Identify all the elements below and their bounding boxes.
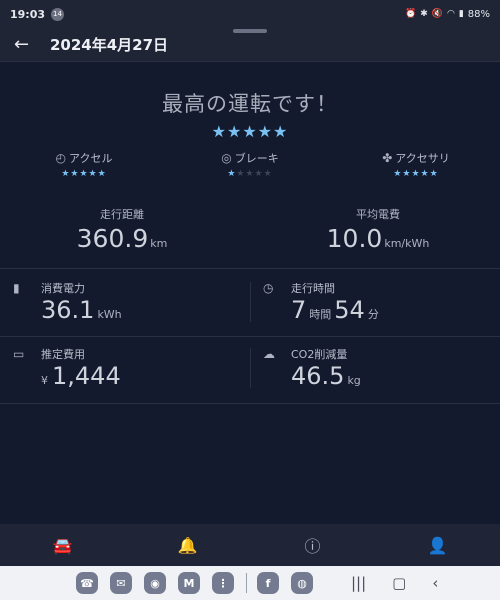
rating-accessory: ✤ アクセサリ ★★★★★ [356, 150, 476, 179]
help-icon[interactable]: ⓘ [283, 533, 343, 557]
divider [250, 282, 251, 322]
phone-app-icon[interactable]: ☎ [76, 572, 98, 594]
status-bar: 19:03 14 ⏰ ✱ 🔇 ◠ ▮ 88% [0, 0, 500, 28]
divider [0, 268, 500, 269]
divider [0, 336, 500, 337]
system-navigation-bar: ☎ ✉ ◉ M ⋮ f ◍ ||| ▢ ‹ [0, 566, 500, 600]
distance-value: 360.9 [76, 224, 149, 253]
clock-icon: ◷ [263, 281, 274, 295]
alarm-icon: ⏰ [404, 9, 417, 19]
bell-icon[interactable]: 🔔 [158, 536, 218, 555]
maps-app-icon[interactable]: ◍ [291, 572, 313, 594]
back-button[interactable]: ‹ [432, 574, 438, 592]
facebook-app-icon[interactable]: f [257, 572, 279, 594]
overall-rating-stars: ★★★★★ [211, 122, 289, 141]
arrow-left-icon[interactable]: ← [14, 34, 40, 55]
signal-icon: ▮ [458, 9, 464, 19]
distance-stat: 走行距離 360.9 km [22, 206, 222, 253]
efficiency-label: 平均電費 [356, 208, 400, 221]
co2-unit: kg [347, 374, 361, 387]
sheet-handle[interactable] [233, 29, 267, 33]
chrome-app-icon[interactable]: ◉ [144, 572, 166, 594]
distance-label: 走行距離 [100, 208, 144, 221]
energy-value: 36.1 [41, 296, 95, 324]
rating-stars: ★★★★★ [61, 169, 107, 179]
gmail-app-icon[interactable]: M [178, 572, 200, 594]
card-icon: ▭ [13, 347, 25, 361]
efficiency-unit: km/kWh [384, 237, 430, 250]
rating-stars: ★★★★★ [393, 169, 439, 179]
person-icon[interactable]: 👤 [408, 536, 468, 555]
divider [250, 348, 251, 388]
recents-button[interactable]: ||| [351, 574, 366, 592]
divider [0, 403, 500, 404]
rating-accelerator: ◴ アクセル ★★★★★ [24, 150, 144, 179]
wifi-icon: ◠ [446, 9, 455, 19]
distance-unit: km [150, 237, 168, 250]
driving-headline: 最高の運転です！ [162, 92, 338, 116]
battery-icon: ▮ [13, 281, 20, 295]
currency-symbol: ¥ [41, 374, 48, 387]
bottom-tab-bar: 🚘 🔔 ⓘ 👤 [0, 524, 500, 566]
drive-time-minutes: 54 [334, 296, 365, 324]
efficiency-value: 10.0 [326, 224, 383, 253]
messages-app-icon[interactable]: ✉ [110, 572, 132, 594]
cost-value: 1,444 [52, 362, 121, 390]
mute-icon: 🔇 [431, 9, 443, 19]
home-button[interactable]: ▢ [392, 574, 406, 592]
notification-badge: 14 [51, 7, 65, 21]
minutes-unit: 分 [367, 308, 379, 321]
fan-icon: ✤ [382, 151, 393, 165]
efficiency-stat: 平均電費 10.0 km/kWh [278, 206, 478, 253]
car-icon[interactable]: 🚘 [33, 536, 93, 555]
cloud-off-icon: ☁ [263, 347, 275, 361]
rating-label: アクセサリ [395, 152, 450, 165]
rating-label: ブレーキ [234, 152, 279, 165]
cost-label: 推定費用 [41, 348, 85, 361]
energy-label: 消費電力 [41, 282, 85, 295]
rating-brake: ◎ ブレーキ ★★★★★ [190, 150, 310, 179]
rating-stars: ★★★★★ [227, 169, 273, 179]
status-time: 19:03 [10, 7, 46, 21]
status-icons: ⏰ ✱ 🔇 ◠ ▮ 88% [405, 9, 490, 20]
apps-grid-icon[interactable]: ⋮ [212, 572, 234, 594]
drive-time-hours: 7 [291, 296, 307, 324]
page-title: 2024年4月27日 [50, 36, 169, 54]
drive-time-label: 走行時間 [291, 282, 335, 295]
gauge-icon: ◴ [55, 151, 67, 165]
co2-value: 46.5 [291, 362, 345, 390]
brake-icon: ◎ [221, 151, 232, 165]
rating-label: アクセル [69, 152, 113, 165]
app-bar: ← 2024年4月27日 [0, 28, 500, 62]
co2-label: CO2削減量 [291, 348, 348, 361]
energy-unit: kWh [97, 308, 122, 321]
bluetooth-icon: ✱ [420, 9, 428, 19]
divider [246, 573, 247, 593]
hours-unit: 時間 [309, 308, 332, 321]
battery-level: 88% [467, 8, 490, 20]
